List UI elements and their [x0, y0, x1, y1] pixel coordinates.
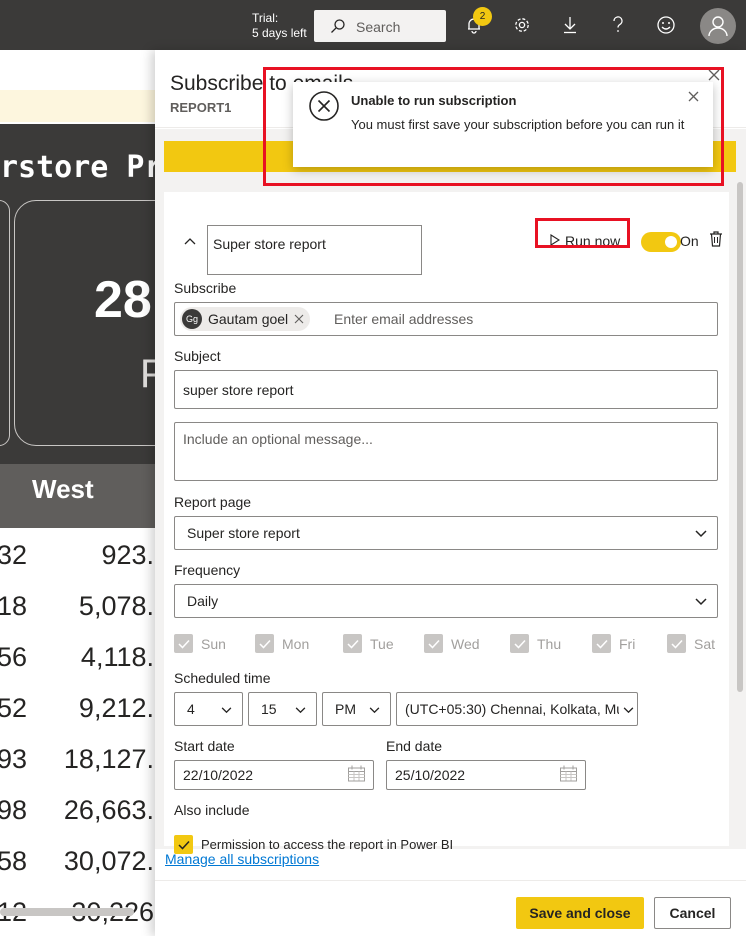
recipient-name: Gautam goel: [208, 311, 289, 327]
minute-value: 15: [261, 701, 277, 717]
cancel-button[interactable]: Cancel: [654, 897, 731, 929]
search-box[interactable]: Search: [314, 10, 446, 42]
message-placeholder: Include an optional message...: [183, 431, 373, 447]
start-date-label: Start date: [174, 738, 235, 754]
report-page-dropdown[interactable]: Super store report: [174, 516, 718, 550]
chevron-down-icon: [221, 701, 232, 717]
panel-subtitle: REPORT1: [170, 100, 232, 115]
day-checkbox-tue[interactable]: Tue: [343, 634, 394, 653]
table-row: 58 30,072.: [0, 846, 154, 876]
recipient-chip: Gg Gautam goel: [180, 307, 311, 331]
subscription-name-value: Super store report: [213, 236, 326, 252]
calendar-icon[interactable]: [348, 765, 365, 785]
report-page-label: Report page: [174, 494, 252, 510]
panel-footer: Save and close Cancel: [155, 880, 746, 936]
user-avatar-icon[interactable]: [700, 8, 736, 44]
subject-input[interactable]: super store report: [174, 370, 718, 409]
background-report-canvas: rstore Pro 28 P West 32923. 185,078. 564…: [0, 50, 156, 936]
calendar-icon[interactable]: [560, 765, 577, 785]
vertical-scrollbar[interactable]: [737, 182, 743, 692]
search-icon: [330, 18, 346, 37]
notification-count-badge: 2: [473, 7, 492, 26]
minute-dropdown[interactable]: 15: [248, 692, 317, 726]
chevron-down-icon: [295, 701, 306, 717]
frequency-value: Daily: [187, 593, 219, 609]
timezone-value: (UTC+05:30) Chennai, Kolkata, Mu: [405, 701, 625, 717]
kpi-label: P: [140, 352, 156, 396]
manage-subscriptions-link[interactable]: Manage all subscriptions: [165, 851, 319, 867]
email-recipients-field[interactable]: Gg Gautam goel Enter email addresses: [174, 302, 718, 336]
background-banner: [0, 90, 156, 122]
subject-label: Subject: [174, 348, 221, 364]
email-placeholder: Enter email addresses: [334, 311, 474, 327]
trial-days-left: 5 days left: [252, 26, 307, 40]
horizontal-scrollbar[interactable]: [0, 908, 134, 916]
smiley-icon[interactable]: [655, 14, 677, 36]
subject-value: super store report: [183, 381, 294, 398]
chevron-up-icon[interactable]: [184, 232, 196, 248]
column-header-west: West: [32, 474, 94, 504]
chevron-down-icon: [619, 701, 634, 717]
start-date-value: 22/10/2022: [183, 767, 254, 783]
timezone-dropdown[interactable]: (UTC+05:30) Chennai, Kolkata, Mu: [396, 692, 638, 726]
chevron-down-icon: [695, 525, 707, 541]
table-row: 52 9,212.: [0, 693, 154, 723]
day-checkbox-mon[interactable]: Mon: [255, 634, 309, 653]
trial-status[interactable]: Trial: 5 days left: [252, 11, 307, 41]
recipient-avatar: Gg: [182, 309, 202, 329]
day-checkbox-sun[interactable]: Sun: [174, 634, 226, 653]
also-include-label: Also include: [174, 802, 250, 818]
ampm-dropdown[interactable]: PM: [322, 692, 391, 726]
gear-icon[interactable]: [511, 14, 533, 36]
message-textarea[interactable]: Include an optional message...: [174, 422, 718, 481]
save-and-close-button[interactable]: Save and close: [516, 897, 644, 929]
panel-body: Super store report Run now On Subscribe …: [155, 129, 746, 867]
end-date-value: 25/10/2022: [395, 767, 466, 783]
top-bar: Trial: 5 days left Search 2: [0, 0, 746, 50]
subscription-toggle[interactable]: [641, 232, 681, 252]
help-icon[interactable]: [607, 14, 629, 36]
toast-highlight: [263, 67, 724, 186]
frequency-dropdown[interactable]: Daily: [174, 584, 718, 618]
chevron-down-icon: [369, 701, 380, 717]
frequency-label: Frequency: [174, 562, 241, 578]
run-now-highlight: [535, 218, 630, 248]
day-checkbox-fri[interactable]: Fri: [592, 634, 635, 653]
table-row: 32 923.: [0, 540, 154, 570]
trash-icon[interactable]: [709, 231, 723, 250]
download-icon[interactable]: [559, 14, 581, 36]
chevron-down-icon: [695, 593, 707, 609]
table-row: 93 18,127.: [0, 744, 154, 774]
hour-dropdown[interactable]: 4: [174, 692, 243, 726]
end-date-input[interactable]: 25/10/2022: [386, 760, 586, 790]
search-placeholder: Search: [356, 19, 401, 35]
subscription-name-input[interactable]: Super store report: [207, 225, 422, 275]
toggle-label: On: [680, 233, 699, 249]
scheduled-time-label: Scheduled time: [174, 670, 271, 686]
subscription-card: Super store report Run now On Subscribe …: [164, 192, 729, 854]
table-row: 98 26,663.: [0, 795, 154, 825]
start-date-input[interactable]: 22/10/2022: [174, 760, 374, 790]
day-checkbox-thu[interactable]: Thu: [510, 634, 561, 653]
subscribe-label: Subscribe: [174, 280, 237, 296]
trial-label: Trial:: [252, 11, 279, 25]
kpi-card-left: [0, 200, 10, 446]
day-checkbox-wed[interactable]: Wed: [424, 634, 480, 653]
kpi-value: 28: [94, 271, 152, 329]
remove-recipient-icon[interactable]: [294, 311, 304, 327]
table-row: 56 4,118.: [0, 642, 154, 672]
hour-value: 4: [187, 701, 195, 717]
weekday-selector: Sun Mon Tue Wed Thu Fri Sat: [164, 634, 729, 658]
end-date-label: End date: [386, 738, 443, 754]
report-page-value: Super store report: [187, 525, 300, 541]
ampm-value: PM: [335, 701, 356, 717]
table-row: 18 5,078.: [0, 591, 154, 621]
day-checkbox-sat[interactable]: Sat: [667, 634, 715, 653]
report-title: rstore Pro: [0, 150, 156, 185]
permission-label: Permission to access the report in Power…: [201, 837, 454, 852]
